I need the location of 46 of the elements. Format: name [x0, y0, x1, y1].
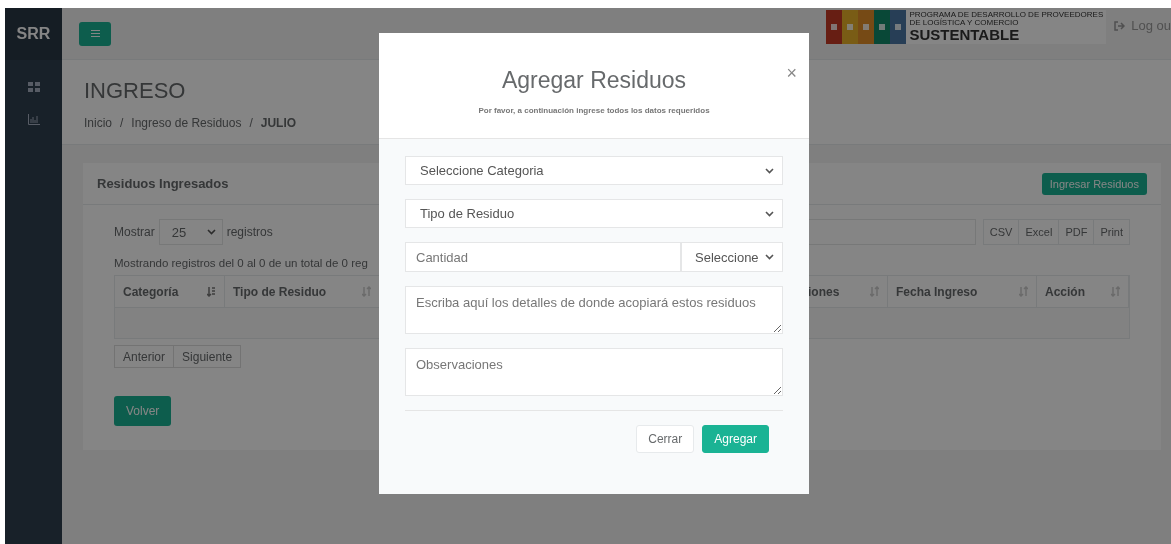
sort-icon[interactable]	[207, 286, 216, 297]
sort-icon[interactable]	[1111, 286, 1120, 297]
length-label: registros	[226, 225, 273, 239]
length-label: Mostrar	[114, 225, 155, 239]
menu-icon	[90, 30, 100, 37]
sort-icon[interactable]	[870, 286, 879, 297]
export-button[interactable]: CSV	[982, 219, 1020, 245]
menu-button[interactable]	[79, 21, 111, 46]
dialog-title: Agregar Residuos	[501, 67, 687, 94]
breadcrumb-separator: /	[120, 116, 124, 130]
grid-icon[interactable]	[27, 82, 40, 92]
breadcrumb-link[interactable]: Inicio	[84, 116, 112, 130]
export-button[interactable]: PDF	[1058, 219, 1095, 245]
close-button[interactable]: ×	[786, 63, 797, 84]
page-length-select[interactable]: 25	[158, 219, 223, 245]
select-field[interactable]: Tipo de Residuo	[405, 199, 783, 228]
export-button[interactable]: Print	[1093, 219, 1130, 245]
sort-icon[interactable]	[362, 286, 371, 297]
breadcrumb-link[interactable]: JULIO	[260, 116, 297, 130]
back-button[interactable]: Volver	[114, 396, 172, 426]
table-info: Mostrando registros del 0 al 0 de un total de 0 reg	[114, 257, 368, 269]
breadcrumb-separator: /	[249, 116, 253, 130]
app-brand[interactable]: SRR	[5, 8, 62, 60]
text-area[interactable]: Escriba aquí los detalles de donde acopiará estos residuos	[405, 286, 783, 334]
bar-chart-icon[interactable]	[27, 114, 40, 125]
page-title: INGRESO	[84, 78, 186, 104]
pagination-button[interactable]: Anterior	[114, 345, 175, 368]
sort-icon[interactable]	[1019, 286, 1028, 297]
pagination-button[interactable]: Siguiente	[173, 345, 242, 368]
submit-button[interactable]: Agregar	[702, 425, 769, 453]
sign-out-icon	[1114, 20, 1126, 31]
panel-title: Residuos Ingresados	[97, 176, 229, 191]
add-waste-button[interactable]: Ingresar Residuos	[1041, 172, 1147, 195]
cancel-button[interactable]: Cerrar	[636, 425, 695, 453]
unit-select[interactable]: Seleccione	[681, 242, 783, 272]
chevron-down-icon	[206, 229, 216, 235]
chevron-down-icon	[765, 210, 774, 217]
select-field[interactable]: Seleccione Categoria	[405, 156, 783, 185]
program-logo: PROGRAMA DE DESARROLLO DE PROVEEDORES DE LOGÍSTICA Y COMERCIO SUSTENTABLE	[826, 9, 1107, 44]
export-button[interactable]: Excel	[1018, 219, 1060, 245]
text-area[interactable]: Observaciones	[405, 348, 783, 396]
breadcrumb-link[interactable]: Ingreso de Residuos	[131, 116, 242, 130]
chevron-down-icon	[765, 254, 774, 260]
chevron-down-icon	[765, 167, 774, 174]
dialog-subtitle: Por favor, a continuación ingrese todos los datos requeridos	[478, 106, 710, 115]
quantity-field[interactable]: Cantidad	[405, 242, 681, 272]
